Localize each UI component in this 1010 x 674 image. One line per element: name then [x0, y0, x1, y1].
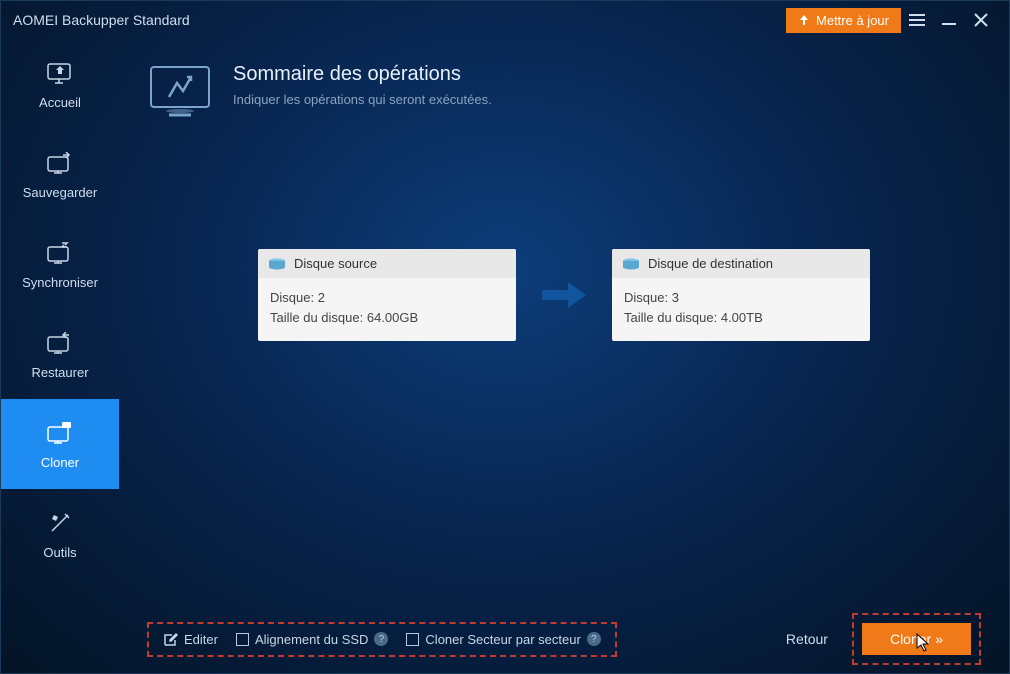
- source-card-header: Disque source: [258, 249, 516, 278]
- help-icon[interactable]: ?: [374, 632, 388, 646]
- sync-icon: [46, 239, 74, 267]
- destination-disk-card[interactable]: Disque de destination Disque: 3 Taille d…: [612, 249, 870, 341]
- disk-icon: [268, 258, 286, 270]
- sector-clone-label: Cloner Secteur par secteur: [425, 632, 580, 647]
- content-area: Sommaire des opérations Indiquer les opé…: [119, 39, 1009, 673]
- sidebar-item-clone[interactable]: Cloner: [1, 399, 119, 489]
- back-button[interactable]: Retour: [786, 631, 828, 647]
- sidebar-item-label: Cloner: [41, 455, 79, 470]
- help-icon[interactable]: ?: [587, 632, 601, 646]
- upgrade-icon: [798, 14, 810, 26]
- sidebar-item-label: Sauvegarder: [23, 185, 97, 200]
- checkbox-icon: [406, 633, 419, 646]
- backup-icon: [46, 149, 74, 177]
- minimize-button[interactable]: [933, 4, 965, 36]
- sidebar-item-label: Restaurer: [31, 365, 88, 380]
- upgrade-button[interactable]: Mettre à jour: [786, 8, 901, 33]
- edit-label: Editer: [184, 632, 218, 647]
- ssd-align-checkbox[interactable]: Alignement du SSD ?: [236, 632, 388, 647]
- clone-button[interactable]: Cloner »: [862, 623, 971, 655]
- page-title: Sommaire des opérations: [233, 63, 492, 86]
- source-card-body: Disque: 2 Taille du disque: 64.00GB: [258, 278, 516, 341]
- chevron-right-icon: »: [935, 631, 943, 647]
- body: Accueil Sauvegarder Synchroniser Restaur…: [1, 39, 1009, 673]
- dest-card-title: Disque de destination: [648, 256, 773, 271]
- sidebar: Accueil Sauvegarder Synchroniser Restaur…: [1, 39, 119, 673]
- home-icon: [46, 59, 74, 87]
- disk-icon: [622, 258, 640, 270]
- footer: Editer Alignement du SSD ? Cloner Secteu…: [147, 605, 981, 673]
- sidebar-item-label: Synchroniser: [22, 275, 98, 290]
- page-header: Sommaire des opérations Indiquer les opé…: [147, 63, 981, 119]
- sidebar-item-sync[interactable]: Synchroniser: [1, 219, 119, 309]
- source-disk-card[interactable]: Disque source Disque: 2 Taille du disque…: [258, 249, 516, 341]
- disk-row: Disque source Disque: 2 Taille du disque…: [147, 249, 981, 341]
- app-window: AOMEI Backupper Standard Mettre à jour A…: [0, 0, 1010, 674]
- sidebar-item-home[interactable]: Accueil: [1, 39, 119, 129]
- sidebar-item-restore[interactable]: Restaurer: [1, 309, 119, 399]
- header-text: Sommaire des opérations Indiquer les opé…: [233, 63, 492, 107]
- menu-icon[interactable]: [901, 4, 933, 36]
- tools-icon: [46, 509, 74, 537]
- close-button[interactable]: [965, 4, 997, 36]
- edit-icon: [163, 632, 178, 647]
- options-group: Editer Alignement du SSD ? Cloner Secteu…: [147, 622, 617, 657]
- upgrade-label: Mettre à jour: [816, 13, 889, 28]
- source-disk-number: Disque: 2: [270, 288, 504, 308]
- source-card-title: Disque source: [294, 256, 377, 271]
- dest-card-body: Disque: 3 Taille du disque: 4.00TB: [612, 278, 870, 341]
- dest-card-header: Disque de destination: [612, 249, 870, 278]
- dest-disk-number: Disque: 3: [624, 288, 858, 308]
- app-title: AOMEI Backupper Standard: [13, 12, 786, 28]
- restore-icon: [46, 329, 74, 357]
- edit-button[interactable]: Editer: [163, 632, 218, 647]
- source-disk-size: Taille du disque: 64.00GB: [270, 308, 504, 328]
- titlebar: AOMEI Backupper Standard Mettre à jour: [1, 1, 1009, 39]
- sidebar-item-tools[interactable]: Outils: [1, 489, 119, 579]
- ssd-align-label: Alignement du SSD: [255, 632, 368, 647]
- sector-clone-checkbox[interactable]: Cloner Secteur par secteur ?: [406, 632, 600, 647]
- sidebar-item-label: Accueil: [39, 95, 81, 110]
- page-subtitle: Indiquer les opérations qui seront exécu…: [233, 92, 492, 107]
- checkbox-icon: [236, 633, 249, 646]
- clone-button-highlight: Cloner »: [852, 613, 981, 665]
- summary-monitor-icon: [147, 63, 213, 119]
- clone-button-label: Cloner: [890, 631, 931, 647]
- dest-disk-size: Taille du disque: 4.00TB: [624, 308, 858, 328]
- arrow-right-icon: [540, 280, 588, 310]
- clone-icon: [46, 419, 74, 447]
- sidebar-item-label: Outils: [43, 545, 76, 560]
- sidebar-item-backup[interactable]: Sauvegarder: [1, 129, 119, 219]
